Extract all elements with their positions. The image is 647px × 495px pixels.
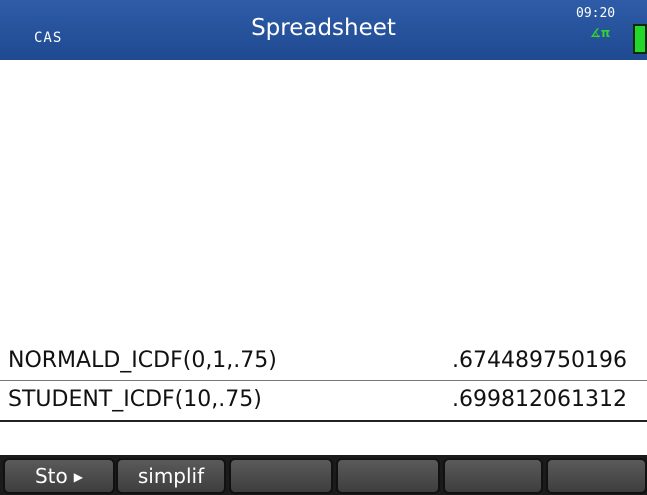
softkey-menu: Sto ▶ simplif [0, 455, 647, 495]
app-title: Spreadsheet [251, 15, 396, 41]
title-bar: CAS Spreadsheet 09:20 ∡π [0, 0, 647, 60]
softkey-label: simplif [137, 464, 205, 488]
empty-softkey-3[interactable] [229, 458, 333, 494]
cas-history[interactable]: NORMALD_ICDF(0,1,.75) .674489750196 STUD… [0, 60, 647, 455]
history-result: .674489750196 [452, 348, 627, 373]
row-divider [0, 420, 647, 422]
row-divider [0, 380, 647, 381]
empty-softkey-4[interactable] [336, 458, 440, 494]
clock: 09:20 [576, 6, 616, 21]
history-row[interactable]: STUDENT_ICDF(10,.75) .699812061312 [0, 384, 647, 419]
history-expression: NORMALD_ICDF(0,1,.75) [8, 348, 277, 373]
history-result: .699812061312 [452, 387, 627, 412]
battery-icon [633, 24, 647, 54]
sto-softkey[interactable]: Sto ▶ [3, 458, 115, 494]
empty-softkey-5[interactable] [443, 458, 543, 494]
right-triangle-icon: ▶ [73, 470, 83, 484]
calculator-screen: CAS Spreadsheet 09:20 ∡π NORMALD_ICDF(0,… [0, 0, 647, 495]
history-expression: STUDENT_ICDF(10,.75) [8, 387, 262, 412]
angle-mode-icon: ∡π [590, 26, 611, 40]
history-row[interactable]: NORMALD_ICDF(0,1,.75) .674489750196 [0, 345, 647, 380]
softkey-label: Sto [34, 464, 68, 488]
simplify-softkey[interactable]: simplif [116, 458, 226, 494]
empty-softkey-6[interactable] [546, 458, 647, 494]
